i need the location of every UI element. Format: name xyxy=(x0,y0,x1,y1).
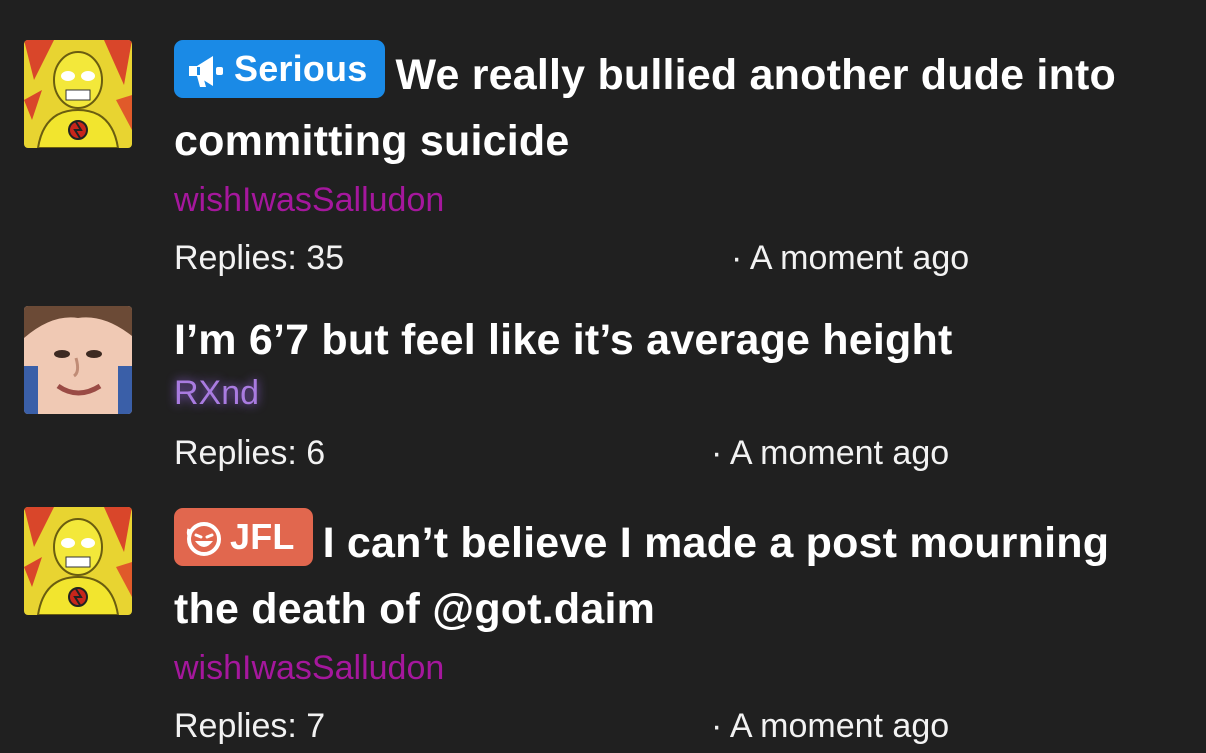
reply-count: Replies: 35 xyxy=(174,239,345,277)
timestamp: · A moment ago xyxy=(731,239,970,277)
thread-title-text: I’m 6’7 but feel like it’s average heigh… xyxy=(174,316,953,364)
timestamp: · A moment ago xyxy=(711,707,950,745)
serious-tag[interactable]: Serious xyxy=(174,40,386,98)
thread-title[interactable]: JFL I can’t believe I made a post mournin… xyxy=(174,508,1136,642)
thread-title-text: I can’t believe I made a post mourning t… xyxy=(174,519,1110,633)
thread-title[interactable]: I’m 6’7 but feel like it’s average heigh… xyxy=(174,307,1136,373)
avatar[interactable] xyxy=(24,507,132,615)
tag-label: JFL xyxy=(230,516,295,557)
thread-content: I’m 6’7 but feel like it’s average heigh… xyxy=(174,307,1136,473)
thread-meta: Replies: 7 · A moment ago xyxy=(174,706,1136,746)
thread-content: Serious We really bullied another dude in… xyxy=(174,40,1136,278)
timestamp: · A moment ago xyxy=(711,434,950,472)
tag-label: Serious xyxy=(234,48,368,89)
author-link[interactable]: wishIwasSalludon xyxy=(174,180,1136,220)
author-link[interactable]: RXnd xyxy=(174,373,1136,413)
face-photo-avatar-icon xyxy=(24,306,132,414)
jfl-tag[interactable]: JFL xyxy=(174,508,313,566)
thread-meta: Replies: 6 · A moment ago xyxy=(174,433,1136,473)
reply-count: Replies: 6 xyxy=(174,434,326,472)
previous-thread-cutoff xyxy=(174,0,994,8)
avatar[interactable] xyxy=(24,306,132,414)
thread-content: JFL I can’t believe I made a post mournin… xyxy=(174,508,1136,746)
avatar[interactable] xyxy=(24,40,132,148)
yellow-masked-speedster-avatar-icon xyxy=(24,40,132,148)
reply-count: Replies: 7 xyxy=(174,707,326,745)
megaphone-icon xyxy=(186,48,226,106)
yellow-masked-speedster-avatar-icon xyxy=(24,507,132,615)
thread-meta: Replies: 35 · A moment ago xyxy=(174,238,1136,278)
laughing-face-icon xyxy=(186,516,222,574)
author-link[interactable]: wishIwasSalludon xyxy=(174,648,1136,688)
thread-title[interactable]: Serious We really bullied another dude in… xyxy=(174,40,1136,174)
